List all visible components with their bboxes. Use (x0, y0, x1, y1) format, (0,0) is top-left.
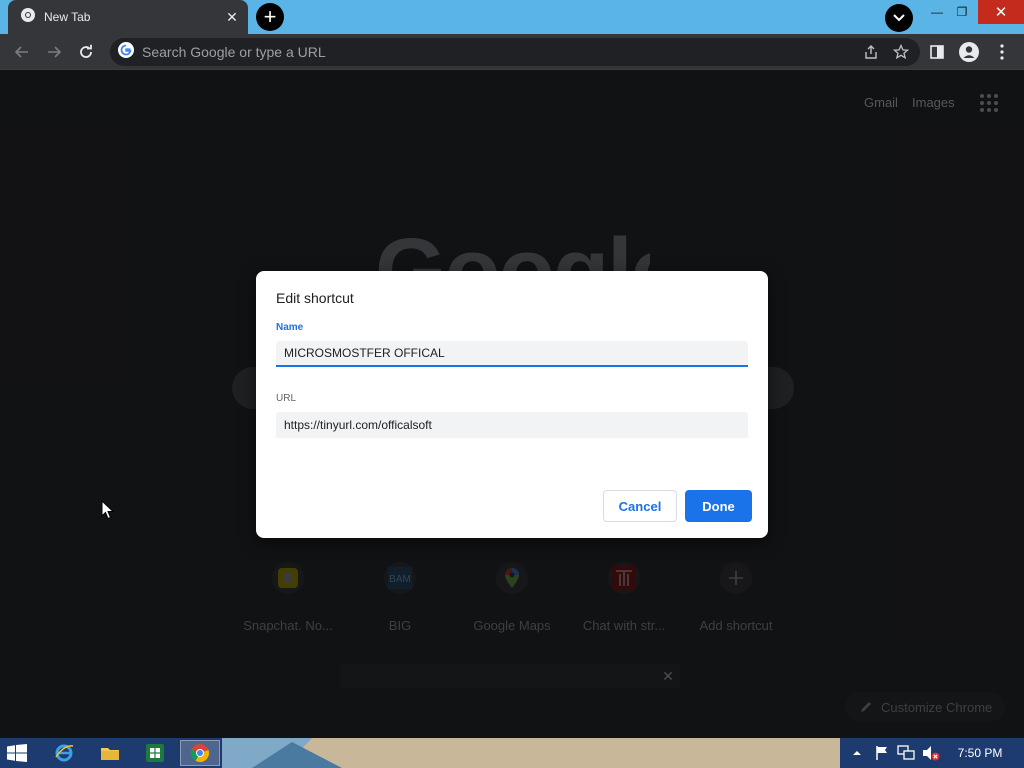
google-g-icon (118, 41, 134, 63)
profile-avatar-icon[interactable] (957, 40, 981, 64)
network-icon[interactable] (896, 745, 916, 761)
back-button[interactable] (10, 40, 34, 64)
omnibox[interactable] (110, 38, 920, 66)
taskbar-clock[interactable]: 7:50 PM (950, 738, 1010, 768)
tab-title: New Tab (44, 10, 91, 24)
title-bar: New Tab ✕ + — ❐ ✕ (0, 0, 1024, 34)
tab-close-icon[interactable]: ✕ (222, 9, 242, 26)
volume-muted-icon[interactable] (921, 745, 941, 761)
wallpaper-strip (222, 738, 840, 768)
url-label: URL (276, 393, 297, 404)
reload-icon (80, 44, 92, 58)
done-button[interactable]: Done (685, 490, 752, 522)
side-panel-icon[interactable] (925, 40, 949, 64)
cancel-button[interactable]: Cancel (603, 490, 677, 522)
tab-new-tab[interactable]: New Tab ✕ (8, 0, 248, 34)
reload-button[interactable] (74, 40, 98, 64)
back-arrow-icon (14, 46, 28, 58)
chrome-icon[interactable] (180, 740, 220, 766)
forward-arrow-icon (48, 46, 62, 58)
menu-kebab-icon[interactable] (990, 40, 1014, 64)
tab-search-button[interactable] (885, 4, 913, 32)
url-input[interactable] (276, 412, 748, 438)
browser-toolbar (0, 34, 1024, 70)
name-label: Name (276, 322, 304, 333)
excel-icon[interactable] (135, 740, 175, 766)
chevron-down-icon (893, 14, 905, 22)
edit-shortcut-dialog: Edit shortcut Name URL Cancel Done (256, 271, 768, 538)
file-explorer-icon[interactable] (90, 740, 130, 766)
close-window-button[interactable]: ✕ (978, 0, 1024, 24)
show-hidden-icons-chevron-icon[interactable] (851, 745, 863, 761)
new-tab-button[interactable]: + (256, 3, 284, 31)
taskbar: 7:50 PM (0, 738, 1024, 768)
action-center-flag-icon[interactable] (873, 745, 891, 761)
name-input[interactable] (276, 341, 748, 367)
share-icon[interactable] (860, 41, 882, 63)
omnibox-input[interactable] (142, 44, 860, 60)
bookmark-star-icon[interactable] (890, 41, 912, 63)
mouse-cursor-icon (101, 500, 115, 520)
forward-button[interactable] (42, 40, 66, 64)
dialog-title: Edit shortcut (276, 290, 354, 306)
restore-button[interactable]: ❐ (951, 0, 973, 24)
minimize-button[interactable]: — (926, 0, 948, 24)
internet-explorer-icon[interactable] (44, 740, 84, 766)
start-windows-icon[interactable] (6, 744, 28, 762)
chrome-tab-icon (20, 7, 36, 28)
